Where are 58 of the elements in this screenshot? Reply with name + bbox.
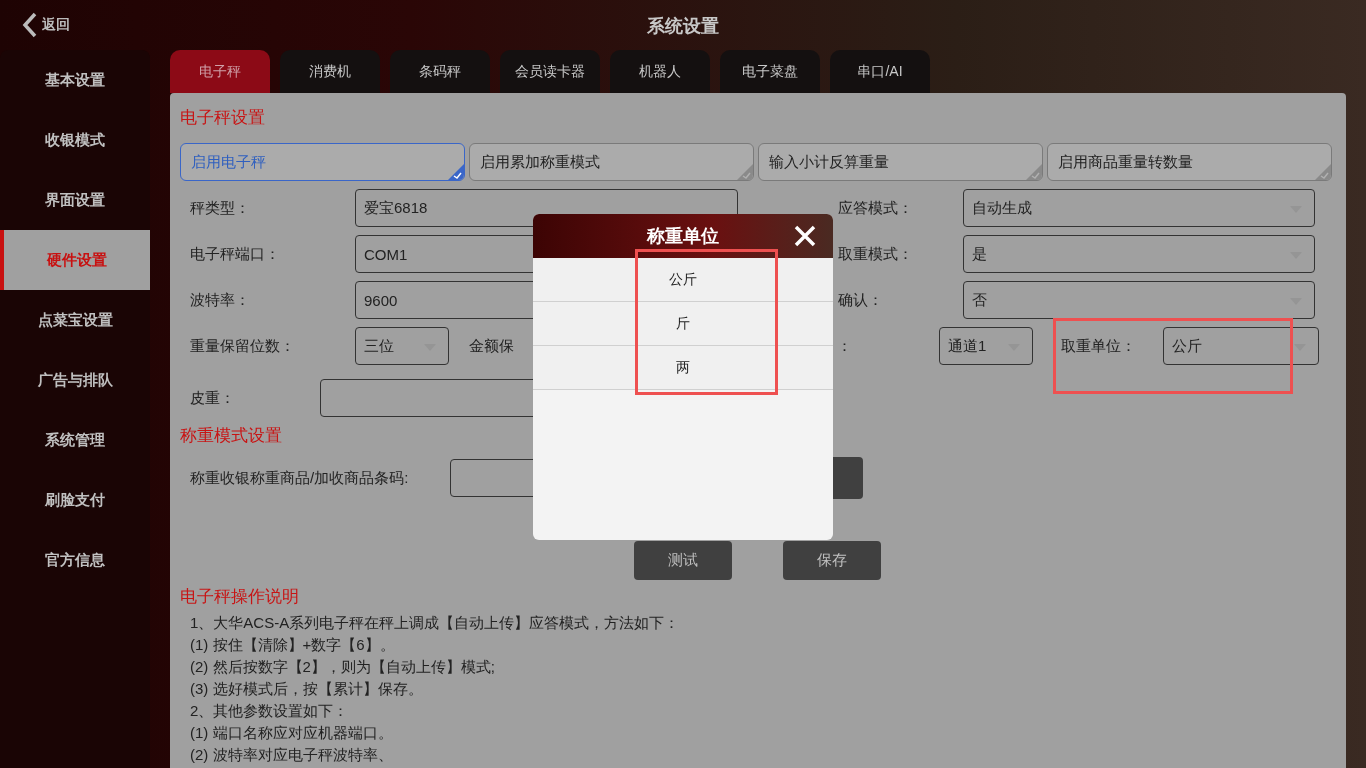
toggle-option[interactable]: 启用累加称重模式: [469, 143, 754, 181]
action-button[interactable]: 保存: [783, 541, 881, 580]
field-label: ：: [837, 336, 852, 354]
sidebar-item[interactable]: 广告与排队: [0, 350, 150, 410]
corner-check-icon: [1026, 164, 1042, 180]
dropdown[interactable]: 公斤: [1163, 327, 1319, 365]
dropdown[interactable]: 自动生成: [963, 189, 1315, 227]
sidebar-item[interactable]: 刷脸支付: [0, 470, 150, 530]
field-label: 波特率：: [190, 290, 250, 308]
tab[interactable]: 消费机: [280, 50, 380, 93]
sidebar-item[interactable]: 收银模式: [0, 110, 150, 170]
sidebar-item[interactable]: 界面设置: [0, 170, 150, 230]
instruction-text: 2、其他参数设置如下：: [190, 702, 349, 719]
section-title: 称重模式设置: [180, 426, 282, 445]
sidebar-item[interactable]: 官方信息: [0, 530, 150, 590]
tab[interactable]: 会员读卡器: [500, 50, 600, 93]
field-label: 秤类型：: [190, 198, 250, 216]
field-label: 金额保: [469, 336, 514, 354]
section-title: 电子秤设置: [180, 108, 265, 127]
field-label: 电子秤端口：: [190, 244, 280, 262]
toggle-option[interactable]: 启用商品重量转数量: [1047, 143, 1332, 181]
dropdown[interactable]: 是: [963, 235, 1315, 273]
action-button[interactable]: 测试: [634, 541, 732, 580]
instruction-text: (3) 选好模式后，按【累计】保存。: [190, 680, 423, 697]
field-label: 称重收银称重商品/加收商品条码:: [190, 468, 409, 486]
corner-check-icon: [448, 164, 464, 180]
dropdown[interactable]: 否: [963, 281, 1315, 319]
corner-check-icon: [737, 164, 753, 180]
tab[interactable]: 串口/AI: [830, 50, 930, 93]
tab[interactable]: 条码秤: [390, 50, 490, 93]
back-button[interactable]: 返回: [22, 12, 70, 38]
sidebar-item[interactable]: 点菜宝设置: [0, 290, 150, 350]
dropdown[interactable]: 通道1: [939, 327, 1033, 365]
instruction-text: (1) 按住【清除】+数字【6】。: [190, 636, 395, 653]
sidebar-item[interactable]: 系统管理: [0, 410, 150, 470]
close-icon: [793, 224, 817, 248]
instruction-text: (2) 波特率对应电子秤波特率、: [190, 746, 393, 763]
tab[interactable]: 机器人: [610, 50, 710, 93]
toggle-option[interactable]: 输入小计反算重量: [758, 143, 1043, 181]
tab[interactable]: 电子秤: [170, 50, 270, 93]
dialog-title: 称重单位: [647, 225, 719, 248]
dropdown[interactable]: 三位: [355, 327, 449, 365]
page-title: 系统设置: [647, 15, 719, 38]
field-label: 应答模式：: [838, 198, 913, 216]
sidebar-item[interactable]: 基本设置: [0, 50, 150, 110]
field-label: 重量保留位数：: [190, 336, 295, 354]
instruction-text: 1、大华ACS-A系列电子秤在秤上调成【自动上传】应答模式，方法如下：: [190, 614, 680, 631]
field-label: 确认：: [838, 290, 883, 308]
field-label: 皮重：: [190, 388, 235, 406]
field-label: 取重模式：: [838, 244, 913, 262]
section-title: 电子秤操作说明: [180, 587, 299, 606]
corner-check-icon: [1315, 164, 1331, 180]
instruction-text: (1) 端口名称应对应机器端口。: [190, 724, 393, 741]
field-label: 取重单位：: [1061, 336, 1136, 354]
chevron-left-icon: [22, 12, 38, 38]
tab[interactable]: 电子菜盘: [720, 50, 820, 93]
instruction-text: (2) 然后按数字【2】，则为【自动上传】模式;: [190, 658, 495, 675]
dropdown-arrow-icon: [1294, 344, 1306, 351]
